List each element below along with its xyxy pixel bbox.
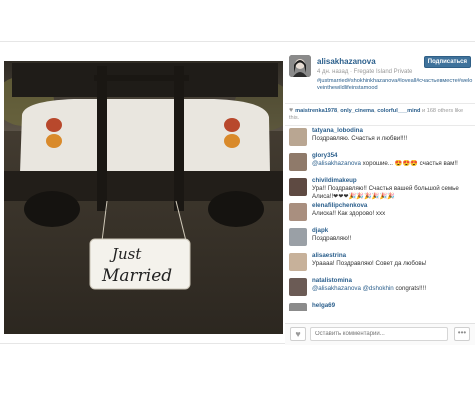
comment-mention[interactable]: @alisakhazanova @dshokhin <box>312 285 394 292</box>
list-item: glory354 @alisakhazanova хорошие... 😍😍😍 … <box>285 151 475 176</box>
post-hashtags[interactable]: #justmarried#shokhinkhazanova#loveall#сч… <box>317 78 473 93</box>
comment-user[interactable]: glory354 <box>312 152 475 160</box>
comment-user[interactable]: tatyana_lobodina <box>312 127 475 135</box>
list-item: natalistomina @alisakhazanova @dshokhin … <box>285 276 475 301</box>
comment-text: @alisakhazanova хорошие... 😍😍😍 счастья в… <box>312 160 475 168</box>
list-item: djapk Поздравляю!! <box>285 226 475 251</box>
post-side-panel: alisakhazanova Подписаться 4 дн. назад ·… <box>285 42 475 345</box>
comment-text: Поздравляю. Счастья и любви!!!! <box>312 135 408 142</box>
avatar[interactable] <box>289 278 307 296</box>
post-meta[interactable]: 4 дн. назад · Fregate Island Private <box>317 69 412 75</box>
wedding-car-photo: Just Married <box>4 61 283 334</box>
avatar[interactable] <box>289 253 307 271</box>
sign-line2: Married <box>101 266 172 286</box>
follow-button[interactable]: Подписаться <box>423 56 471 68</box>
heart-icon: ♥ <box>289 107 294 114</box>
list-item: elenafilipchenkova Алиска!! Как здорово!… <box>285 201 475 226</box>
like-user[interactable]: maistrenka1978 <box>295 108 337 114</box>
avatar[interactable] <box>289 228 307 246</box>
avatar[interactable] <box>289 153 307 171</box>
comment-body: хорошие... 😍😍😍 счастья вам!! <box>360 160 458 167</box>
avatar[interactable] <box>289 303 307 311</box>
comment-user[interactable]: helga69 <box>312 302 475 310</box>
comment-user[interactable]: elenafilipchenkova <box>312 202 475 210</box>
post-username[interactable]: alisakhazanova <box>317 57 376 66</box>
avatar[interactable] <box>289 203 307 221</box>
likes-line: ♥ maistrenka1978, only_cinema, colorful__… <box>285 104 475 126</box>
avatar[interactable] <box>289 128 307 146</box>
comment-body: congrats!!!! <box>393 285 427 292</box>
comments-list[interactable]: tatyana_lobodina Поздравляю. Счастья и л… <box>285 126 475 311</box>
comment-user[interactable]: djapk <box>312 227 475 235</box>
sign-line1: Just <box>109 245 142 263</box>
avatar[interactable] <box>289 178 307 196</box>
like-user[interactable]: only_cinema <box>340 108 374 114</box>
comment-text: Алиска!! Как здорово! ххх <box>312 210 386 217</box>
post-header: alisakhazanova Подписаться 4 дн. назад ·… <box>285 42 475 104</box>
comment-text: Поздравляю!! <box>312 235 352 242</box>
list-item: helga69 <box>285 301 475 311</box>
comment-mention[interactable]: @alisakhazanova <box>312 160 361 167</box>
post-modal: Just Married alisakhazanova Подписаться … <box>0 41 475 345</box>
comment-user[interactable]: natalistomina <box>312 277 475 285</box>
comment-user[interactable]: chivildimakeup <box>312 177 475 185</box>
avatar[interactable] <box>289 55 311 77</box>
list-item: alisaestrina Ураааа! Поздравляю! Совет д… <box>285 251 475 276</box>
comment-footer: ♥ ••• <box>285 323 475 345</box>
list-item: chivildimakeup Ура!! Поздравляю!! Счасть… <box>285 176 475 201</box>
list-item: tatyana_lobodina Поздравляю. Счастья и л… <box>285 126 475 151</box>
heart-icon[interactable]: ♥ <box>290 327 306 341</box>
comment-text: Ура!! Поздравляю!! Счастья вашей большой… <box>312 185 459 200</box>
comment-text: @alisakhazanova @dshokhin congrats!!!! <box>312 285 475 293</box>
comment-input[interactable] <box>310 327 448 341</box>
ellipsis-icon[interactable]: ••• <box>454 327 470 341</box>
comment-user[interactable]: alisaestrina <box>312 252 475 260</box>
post-photo[interactable]: Just Married <box>4 61 283 334</box>
like-user[interactable]: colorful___mind <box>377 108 420 114</box>
comment-text: Ураааа! Поздравляю! Совет да любовь! <box>312 260 427 267</box>
